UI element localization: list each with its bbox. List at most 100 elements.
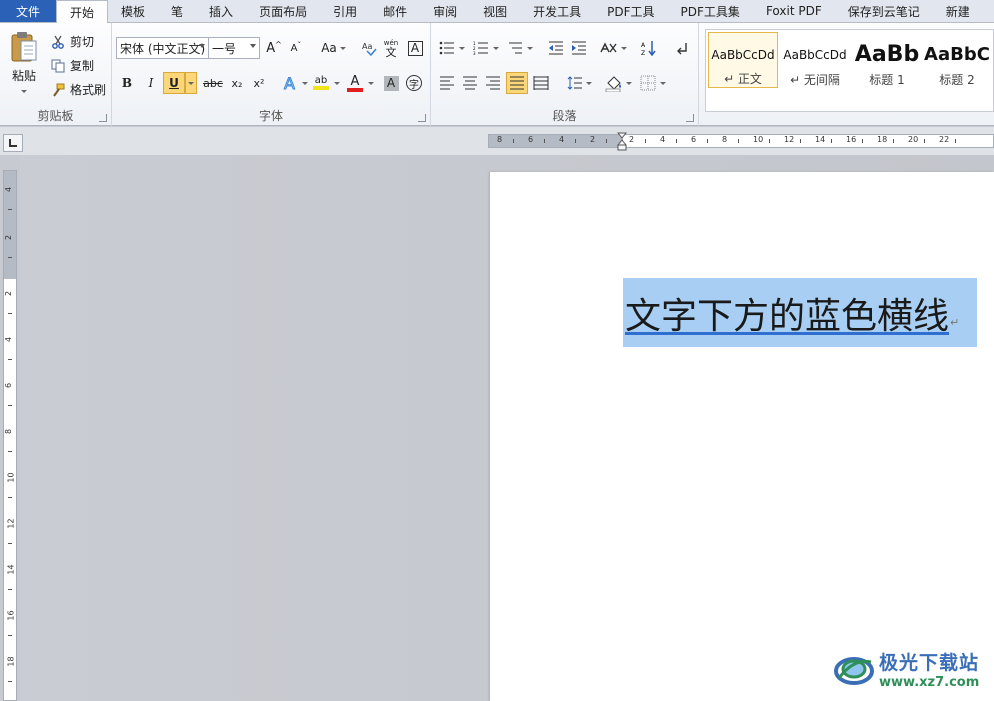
subscript-button[interactable]: x₂ <box>226 72 248 94</box>
text-effects-button[interactable]: A <box>280 72 302 94</box>
font-color-button[interactable]: A <box>344 72 366 94</box>
watermark-logo-icon <box>834 657 874 685</box>
justify-button[interactable] <box>506 72 528 94</box>
decrease-indent-button[interactable] <box>545 37 567 59</box>
cut-button[interactable]: 剪切 <box>50 33 94 50</box>
font-size-select[interactable]: 一号 <box>208 37 260 59</box>
paste-dropdown-arrow[interactable] <box>21 90 27 93</box>
tab-insert[interactable]: 插入 <box>196 0 246 22</box>
format-painter-label: 格式刷 <box>70 83 107 97</box>
chinese-layout-dropdown[interactable] <box>621 47 627 50</box>
tab-new[interactable]: 新建 <box>933 0 983 22</box>
style-heading-1[interactable]: AaBb 标题 1 <box>852 32 922 88</box>
format-painter-button[interactable]: 格式刷 <box>50 81 106 98</box>
tab-pdf-toolset[interactable]: PDF工具集 <box>668 0 753 22</box>
horizontal-ruler[interactable]: 8 6 4 2 2 4 6 8 10 12 14 16 18 20 22 <box>488 134 994 148</box>
underline-button[interactable]: U <box>163 72 185 94</box>
tab-pen[interactable]: 笔 <box>158 0 196 22</box>
numbering-dropdown[interactable] <box>493 47 499 50</box>
italic-button[interactable]: I <box>140 72 162 94</box>
tab-view[interactable]: 视图 <box>470 0 520 22</box>
tab-review[interactable]: 审阅 <box>420 0 470 22</box>
increase-indent-button[interactable] <box>568 37 590 59</box>
ruler-number: 16 <box>6 610 16 621</box>
multilevel-list-button[interactable] <box>504 37 526 59</box>
strikethrough-button[interactable]: abc <box>200 72 226 94</box>
ruler-number: 4 <box>4 336 14 343</box>
font-name-select[interactable]: 宋体 (中文正文) <box>116 37 209 59</box>
font-name-value: 宋体 (中文正文) <box>120 41 206 56</box>
tab-template[interactable]: 模板 <box>108 0 158 22</box>
tab-references[interactable]: 引用 <box>320 0 370 22</box>
line-spacing-button[interactable] <box>564 72 586 94</box>
borders-dropdown[interactable] <box>660 82 666 85</box>
underline-dropdown[interactable] <box>185 72 197 94</box>
multilevel-list-icon <box>509 42 522 54</box>
font-dialog-launcher[interactable] <box>418 114 426 122</box>
character-border-button[interactable]: A <box>404 37 426 59</box>
font-color-icon: A <box>350 73 360 89</box>
style-no-spacing-sample: AaBbCcDd <box>783 47 847 62</box>
document-text[interactable]: 文字下方的蓝色横线 <box>625 287 949 339</box>
style-heading-2[interactable]: AaBbC 标题 2 <box>922 32 992 88</box>
vertical-ruler[interactable]: 4 2 2 4 6 8 10 12 14 16 18 <box>3 170 17 701</box>
highlight-dropdown[interactable] <box>334 82 340 85</box>
line-spacing-dropdown[interactable] <box>586 82 592 85</box>
numbering-button[interactable]: 123 <box>470 37 492 59</box>
tab-developer[interactable]: 开发工具 <box>520 0 594 22</box>
paste-button[interactable]: 粘贴 <box>4 27 44 97</box>
tab-save-to-cloud-notes[interactable]: 保存到云笔记 <box>835 0 933 22</box>
paste-icon <box>11 32 37 62</box>
distributed-button[interactable] <box>530 72 552 94</box>
selected-text-block[interactable]: 文字下方的蓝色横线 ↵ <box>623 278 977 347</box>
italic-icon: I <box>148 76 154 90</box>
shading-dropdown[interactable] <box>626 82 632 85</box>
sort-button[interactable]: AZ <box>638 37 660 59</box>
ruler-tick <box>575 139 576 143</box>
show-formatting-marks-button[interactable] <box>672 37 694 59</box>
indent-marker-icon[interactable] <box>617 132 627 152</box>
clipboard-dialog-launcher[interactable] <box>99 114 107 122</box>
ruler-number: 8 <box>4 428 14 435</box>
tab-selector[interactable] <box>3 134 23 152</box>
grow-font-button[interactable]: A ^ <box>263 37 285 59</box>
style-normal[interactable]: AaBbCcDd ↵ 正文 <box>708 32 778 88</box>
bold-button[interactable]: B <box>116 72 138 94</box>
style-no-spacing[interactable]: AaBbCcDd ↵ 无间隔 <box>780 32 850 88</box>
ruler-number: 14 <box>815 135 826 144</box>
font-color-dropdown[interactable] <box>368 82 374 85</box>
tab-page-layout[interactable]: 页面布局 <box>246 0 320 22</box>
tab-mailings[interactable]: 邮件 <box>370 0 420 22</box>
paragraph-dialog-launcher[interactable] <box>686 114 694 122</box>
phonetic-guide-button[interactable]: wén 文 <box>380 37 402 59</box>
change-case-dropdown[interactable] <box>340 47 346 50</box>
copy-button[interactable]: 复制 <box>50 57 94 74</box>
enclose-characters-button[interactable]: 字 <box>403 72 425 94</box>
tab-home[interactable]: 开始 <box>56 0 109 24</box>
tab-pdf-tools[interactable]: PDF工具 <box>594 0 667 22</box>
bullets-dropdown[interactable] <box>459 47 465 50</box>
text-effects-dropdown[interactable] <box>302 82 308 85</box>
style-normal-label: ↵ 正文 <box>724 72 762 86</box>
superscript-button[interactable]: x² <box>248 72 270 94</box>
document-page[interactable] <box>490 172 994 701</box>
style-no-spacing-label: ↵ 无间隔 <box>790 73 840 87</box>
align-left-button[interactable] <box>436 72 458 94</box>
tab-foxit-pdf[interactable]: Foxit PDF <box>753 0 835 22</box>
tab-file[interactable]: 文件 <box>0 0 56 22</box>
change-case-button[interactable]: Aa <box>315 37 343 59</box>
shading-button[interactable] <box>603 72 625 94</box>
bullets-button[interactable] <box>436 37 458 59</box>
borders-button[interactable] <box>637 72 659 94</box>
align-center-button[interactable] <box>459 72 481 94</box>
chinese-layout-button[interactable] <box>598 37 620 59</box>
multilevel-list-dropdown[interactable] <box>527 47 533 50</box>
ruler-number: 2 <box>4 290 14 297</box>
clear-formatting-button[interactable]: Aa <box>358 37 380 59</box>
highlight-button[interactable]: ab <box>310 72 332 94</box>
shrink-font-button[interactable]: Aˇ <box>285 37 307 59</box>
character-shading-button[interactable]: A <box>380 72 402 94</box>
paragraph-mark: ↵ <box>950 316 960 329</box>
align-right-button[interactable] <box>482 72 504 94</box>
ruler-number: 6 <box>691 135 697 144</box>
